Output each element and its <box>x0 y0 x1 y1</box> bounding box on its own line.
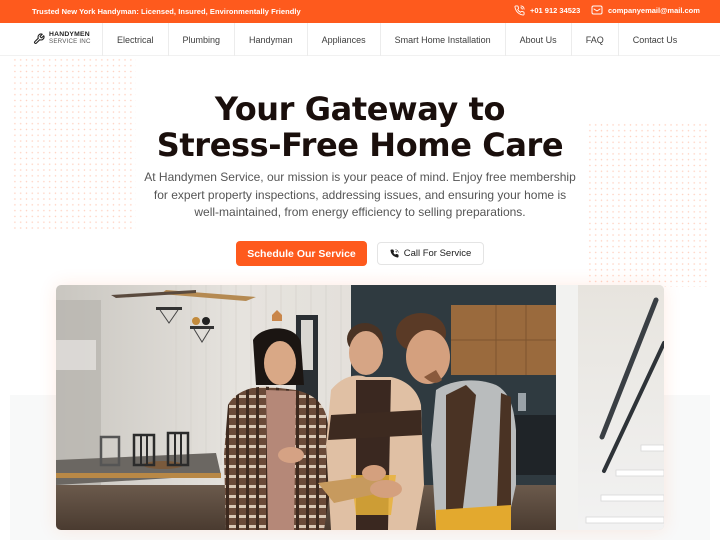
nav-item-smart-home-installation[interactable]: Smart Home Installation <box>379 23 505 56</box>
nav-menu: Electrical Plumbing Handyman Appliances … <box>102 23 677 56</box>
hero-title-line-1: Your Gateway to <box>214 90 506 128</box>
nav-item-plumbing[interactable]: Plumbing <box>167 23 235 56</box>
hero-title-line-2: Stress-Free Home Care <box>156 126 564 164</box>
top-announcement-bar: Trusted New York Handyman: Licensed, Ins… <box>0 0 720 23</box>
phone-number: +01 912 34523 <box>530 6 581 15</box>
phone-icon <box>514 5 525 16</box>
hero-title: Your Gateway to Stress-Free Home Care <box>0 91 720 163</box>
email-link[interactable]: companyemail@mail.com <box>591 5 700 15</box>
hero-subtitle: At Handymen Service, our mission is your… <box>144 170 576 219</box>
tagline: Trusted New York Handyman: Licensed, Ins… <box>32 7 301 16</box>
phone-icon <box>390 249 399 258</box>
schedule-service-button[interactable]: Schedule Our Service <box>236 241 367 266</box>
nav-item-handyman[interactable]: Handyman <box>234 23 307 56</box>
nav-item-about-us[interactable]: About Us <box>504 23 571 56</box>
call-for-service-label: Call For Service <box>403 248 472 259</box>
wrench-icon <box>33 32 45 44</box>
main-navigation: HANDYMEN SERVICE INC Electrical Plumbing… <box>0 23 720 56</box>
nav-item-faq[interactable]: FAQ <box>570 23 618 56</box>
phone-link[interactable]: +01 912 34523 <box>514 5 580 16</box>
nav-item-appliances[interactable]: Appliances <box>306 23 380 56</box>
nav-item-electrical[interactable]: Electrical <box>102 23 168 56</box>
email-address: companyemail@mail.com <box>608 5 700 15</box>
call-for-service-button[interactable]: Call For Service <box>377 242 484 265</box>
nav-item-contact-us[interactable]: Contact Us <box>617 23 677 56</box>
hero-photo-illustration <box>56 285 664 530</box>
logo[interactable]: HANDYMEN SERVICE INC <box>33 31 91 45</box>
logo-subtitle: SERVICE INC <box>49 37 91 45</box>
mail-icon <box>591 5 603 15</box>
hero-image <box>56 285 664 530</box>
